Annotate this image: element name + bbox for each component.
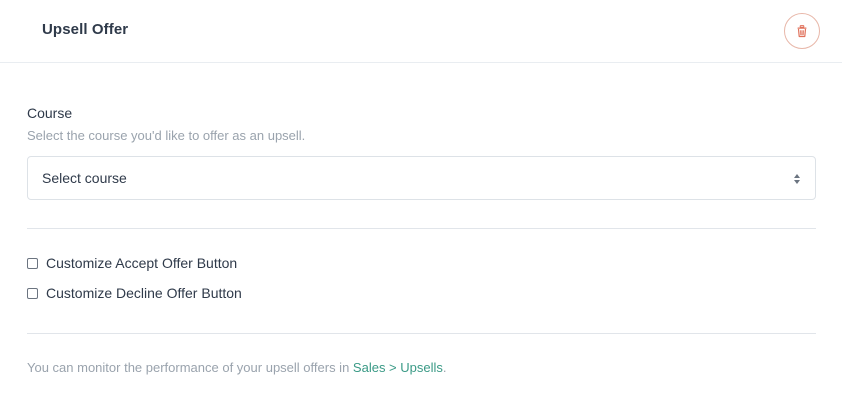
footer-text: You can monitor the performance of your …	[27, 360, 350, 375]
trash-icon	[795, 24, 809, 38]
footer-suffix: .	[442, 360, 447, 375]
sort-arrows-icon	[793, 172, 801, 190]
panel-title: Upsell Offer	[42, 21, 129, 38]
customize-accept-checkbox[interactable]	[27, 257, 38, 269]
customize-accept-label[interactable]: Customize Accept Offer Button	[46, 255, 237, 271]
customize-decline-label[interactable]: Customize Decline Offer Button	[46, 285, 242, 301]
section-divider	[27, 228, 816, 229]
customize-decline-option[interactable]: Customize Decline Offer Button	[27, 285, 242, 301]
sales-upsells-link[interactable]: Sales > Upsells	[353, 360, 443, 375]
course-select[interactable]: Select course	[27, 156, 816, 200]
course-select-value: Select course	[42, 170, 127, 186]
customize-decline-checkbox[interactable]	[27, 287, 38, 299]
upsell-offer-panel: Upsell Offer Course Select the course yo…	[0, 0, 842, 415]
panel-header: Upsell Offer	[0, 0, 842, 63]
section-divider	[27, 333, 816, 334]
course-label: Course	[27, 105, 73, 121]
delete-button[interactable]	[784, 13, 820, 49]
footer-note: You can monitor the performance of your …	[27, 360, 447, 375]
customize-accept-option[interactable]: Customize Accept Offer Button	[27, 255, 237, 271]
course-help-text: Select the course you'd like to offer as…	[27, 128, 306, 143]
